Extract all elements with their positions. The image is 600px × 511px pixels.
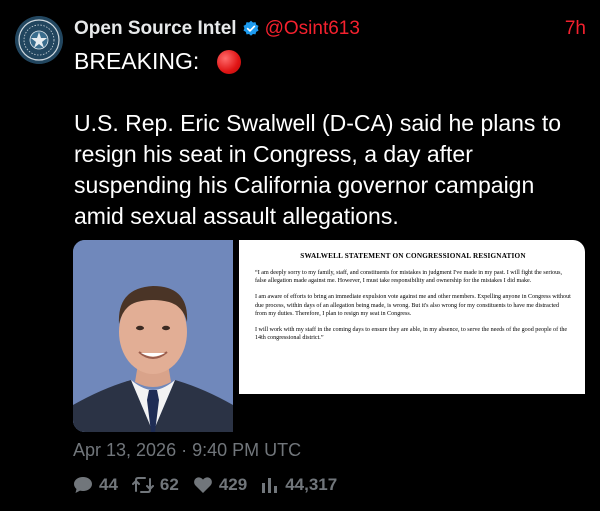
tweet-text: BREAKING: U.S. Rep. Eric Swalwell (D-CA)… (74, 46, 589, 232)
portrait-illustration (73, 240, 233, 432)
reply-button[interactable]: 44 (73, 475, 118, 495)
view-count: 44,317 (285, 475, 338, 494)
portrait-photo[interactable] (73, 240, 233, 432)
document-title: SWALWELL STATEMENT ON CONGRESSIONAL RESI… (300, 252, 526, 260)
like-button[interactable]: 429 (193, 475, 247, 495)
views-button[interactable]: 44,317 (261, 475, 337, 495)
document-paragraph: I am aware of efforts to bring an immedi… (255, 294, 571, 317)
statement-document[interactable]: SWALWELL STATEMENT ON CONGRESSIONAL RESI… (239, 240, 585, 394)
heart-icon (193, 477, 212, 493)
tweet-body: BREAKING: U.S. Rep. Eric Swalwell (D-CA)… (74, 48, 561, 229)
time-ago[interactable]: 7h (565, 18, 586, 40)
document-paragraph: “I am deeply sorry to my family, staff, … (255, 270, 563, 285)
document-paragraph: I will work with my staff in the coming … (255, 327, 568, 342)
retweet-icon (131, 477, 154, 493)
red-circle-icon (217, 50, 241, 74)
reply-count: 44 (99, 475, 118, 494)
verified-badge-icon (242, 20, 260, 38)
tweet-header: Open Source Intel @Osint613 7h (74, 16, 586, 42)
engagement-bar: 44 62 429 44,317 (73, 475, 351, 495)
seal-logo-icon (15, 16, 63, 64)
media-grid: SWALWELL STATEMENT ON CONGRESSIONAL RESI… (73, 240, 585, 432)
like-count: 429 (218, 475, 248, 494)
retweet-button[interactable]: 62 (131, 475, 179, 495)
timestamp[interactable]: Apr 13, 2026 · 9:40 PM UTC (73, 440, 301, 461)
analytics-bar-icon (262, 478, 278, 493)
handle[interactable]: @Osint613 (265, 18, 360, 40)
retweet-count: 62 (159, 475, 179, 494)
reply-icon (74, 477, 92, 493)
display-name[interactable]: Open Source Intel (74, 18, 237, 40)
avatar[interactable] (15, 16, 63, 64)
